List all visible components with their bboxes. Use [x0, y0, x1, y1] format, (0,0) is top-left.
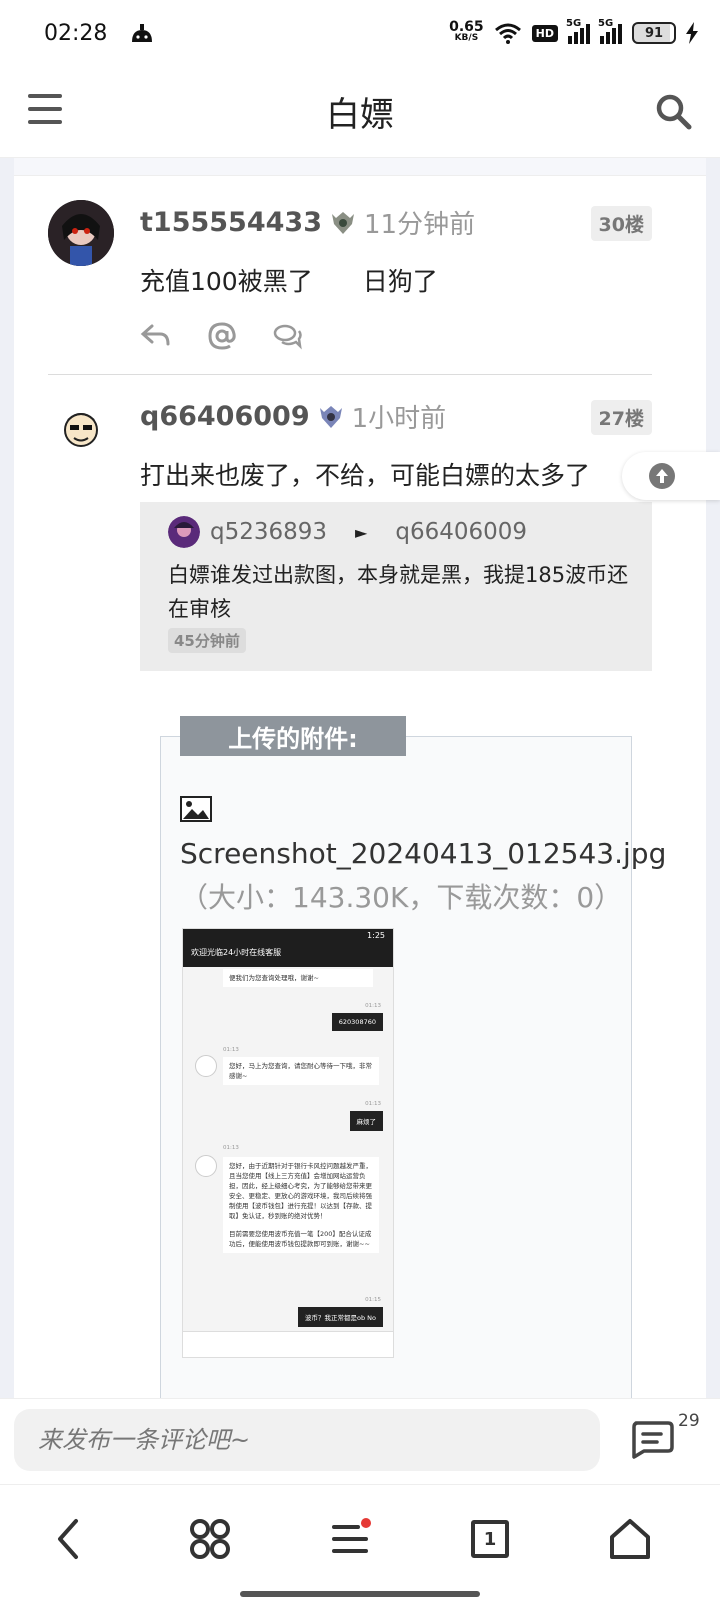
- floor-badge: 27楼: [590, 400, 652, 435]
- shot-title: 欢迎光临24小时在线客服: [191, 948, 282, 957]
- image-file-icon: [180, 796, 212, 822]
- attachment-file-name[interactable]: Screenshot_20240413_012543.jpg: [180, 837, 666, 870]
- shot-msg: 您好，马上为您查询，请您耐心等待一下哦，非常感谢~: [223, 1057, 379, 1085]
- comment-count: 29: [678, 1411, 700, 1431]
- avatar-image: [64, 413, 98, 447]
- attachment-size: （大小：143.30K，下载次数：0）: [180, 881, 623, 914]
- quote-text: 白嫖谁发过出款图，本身就是黑，我提185波币还在审核: [168, 563, 629, 621]
- status-indicators: 0.65 KB/S HD 5G 5G 91: [449, 18, 698, 44]
- username[interactable]: q66406009: [140, 401, 310, 432]
- post-list: t155554433 11分钟前 30楼 充值100被黑了 日狗了 q66406…: [14, 158, 706, 1398]
- net-speed-value: 0.65: [449, 19, 484, 35]
- comment-bar: 29: [0, 1398, 720, 1484]
- wifi-icon: [494, 23, 521, 44]
- rank-badge-icon: [319, 405, 342, 428]
- post-actions: [140, 320, 304, 352]
- quote-from-user[interactable]: q5236893: [210, 519, 327, 545]
- shot-msg: 620308760: [331, 1013, 383, 1031]
- apps-icon: [190, 1519, 230, 1559]
- shot-header: 1:25 欢迎光临24小时在线客服: [183, 929, 393, 967]
- hamburger-icon[interactable]: [28, 94, 62, 124]
- shot-msg: 波币？我正常都是ob No: [297, 1307, 383, 1327]
- menu-icon: [332, 1518, 371, 1553]
- status-bar: 02:28 0.65 KB/S HD 5G 5G 91: [0, 0, 720, 66]
- quote-avatar: [168, 516, 200, 548]
- rank-badge-icon: [332, 211, 354, 234]
- shot-msg-part: 目前需要您使用波币充值一笔【200】配合认证成功后，便能使用波币钱包提款即可到账…: [229, 1230, 372, 1248]
- charging-icon: [686, 22, 698, 44]
- avatar[interactable]: [48, 394, 114, 460]
- quote-time: 45分钟前: [168, 628, 246, 653]
- post-header: t155554433 11分钟前: [140, 204, 475, 241]
- shot-msg: 麻烦了: [349, 1111, 383, 1131]
- divider: [48, 374, 652, 375]
- quoted-reply[interactable]: q5236893 ► q66406009 白嫖谁发过出款图，本身就是黑，我提18…: [140, 502, 652, 671]
- app-notification-icon: [132, 24, 153, 42]
- shot-agent-avatar: [195, 1055, 217, 1077]
- signal-label: 5G: [566, 18, 582, 29]
- avatar[interactable]: [48, 200, 114, 266]
- search-icon[interactable]: [654, 92, 694, 132]
- network-speed: 0.65 KB/S: [449, 19, 484, 44]
- quote-header: q5236893 ► q66406009: [168, 516, 632, 548]
- chevron-left-icon: [58, 1519, 78, 1559]
- avatar-image: [48, 200, 114, 266]
- comment-icon[interactable]: [272, 320, 304, 352]
- reply-arrow-icon: ►: [355, 522, 368, 542]
- scroll-to-top-button[interactable]: [622, 452, 720, 500]
- home-indicator[interactable]: [240, 1591, 480, 1597]
- username[interactable]: t155554433: [140, 207, 322, 238]
- shot-time: 1:25: [367, 931, 385, 940]
- tabs-button[interactable]: 1: [466, 1515, 514, 1563]
- shot-msg: 便我们为您查询处理哦，谢谢~: [223, 969, 373, 987]
- shot-timestamp: 01:13: [365, 1003, 381, 1009]
- attachment-title: 上传的附件:: [180, 716, 406, 756]
- post-time: 11分钟前: [364, 210, 476, 240]
- reply-icon[interactable]: [140, 320, 172, 352]
- back-button[interactable]: [46, 1515, 94, 1563]
- comments-icon[interactable]: [630, 1419, 674, 1459]
- shot-timestamp: 01:13: [223, 1047, 239, 1053]
- post-time: 1小时前: [351, 404, 447, 434]
- battery-indicator: 91: [632, 22, 676, 44]
- home-icon: [610, 1519, 650, 1559]
- comment-input[interactable]: [14, 1409, 600, 1471]
- post-text: 充值100被黑了 日狗了: [140, 267, 438, 296]
- post-text: 打出来也废了，不给，可能白嫖的太多了: [140, 461, 591, 490]
- attachment-file[interactable]: Screenshot_20240413_012543.jpg （大小：143.30…: [180, 788, 666, 920]
- apps-button[interactable]: [186, 1515, 234, 1563]
- post-header: q66406009 1小时前: [140, 398, 446, 435]
- signal-strength-icon-2: 5G: [598, 18, 622, 44]
- shot-input-bar: [183, 1331, 393, 1357]
- arrow-up-icon: [649, 463, 675, 489]
- tabs-count: 1: [471, 1520, 509, 1558]
- shot-msg-part: 您好，由于近期针对于银行卡风控问题越发严重，且当您使用【线上三方充值】会增加网站…: [229, 1162, 372, 1220]
- thread-content[interactable]: t155554433 11分钟前 30楼 充值100被黑了 日狗了 q66406…: [0, 158, 720, 1398]
- page-title: 白嫖: [326, 95, 394, 135]
- signal-label-2: 5G: [598, 18, 614, 29]
- shot-msg: 您好，由于近期针对于银行卡风控问题越发严重，且当您使用【线上三方充值】会增加网站…: [223, 1157, 379, 1253]
- menu-button[interactable]: [326, 1515, 374, 1563]
- floor-badge: 30楼: [590, 206, 652, 241]
- net-speed-unit: KB/S: [454, 33, 479, 43]
- shot-timestamp: 01:13: [223, 1145, 239, 1151]
- quote-to-user[interactable]: q66406009: [395, 519, 527, 545]
- shot-timestamp: 01:15: [365, 1297, 381, 1303]
- shot-agent-avatar: [195, 1155, 217, 1177]
- status-time: 02:28: [44, 20, 108, 46]
- signal-strength-icon: 5G: [566, 18, 590, 44]
- app-header: 白嫖: [0, 66, 720, 158]
- bottom-navigation: 1: [0, 1484, 720, 1612]
- mention-icon[interactable]: [206, 320, 238, 352]
- home-button[interactable]: [606, 1515, 654, 1563]
- attachment-image[interactable]: 1:25 欢迎光临24小时在线客服 便我们为您查询处理哦，谢谢~ 01:13 6…: [182, 928, 394, 1358]
- shot-timestamp: 01:13: [365, 1101, 381, 1107]
- hd-voice-badge: HD: [531, 24, 558, 42]
